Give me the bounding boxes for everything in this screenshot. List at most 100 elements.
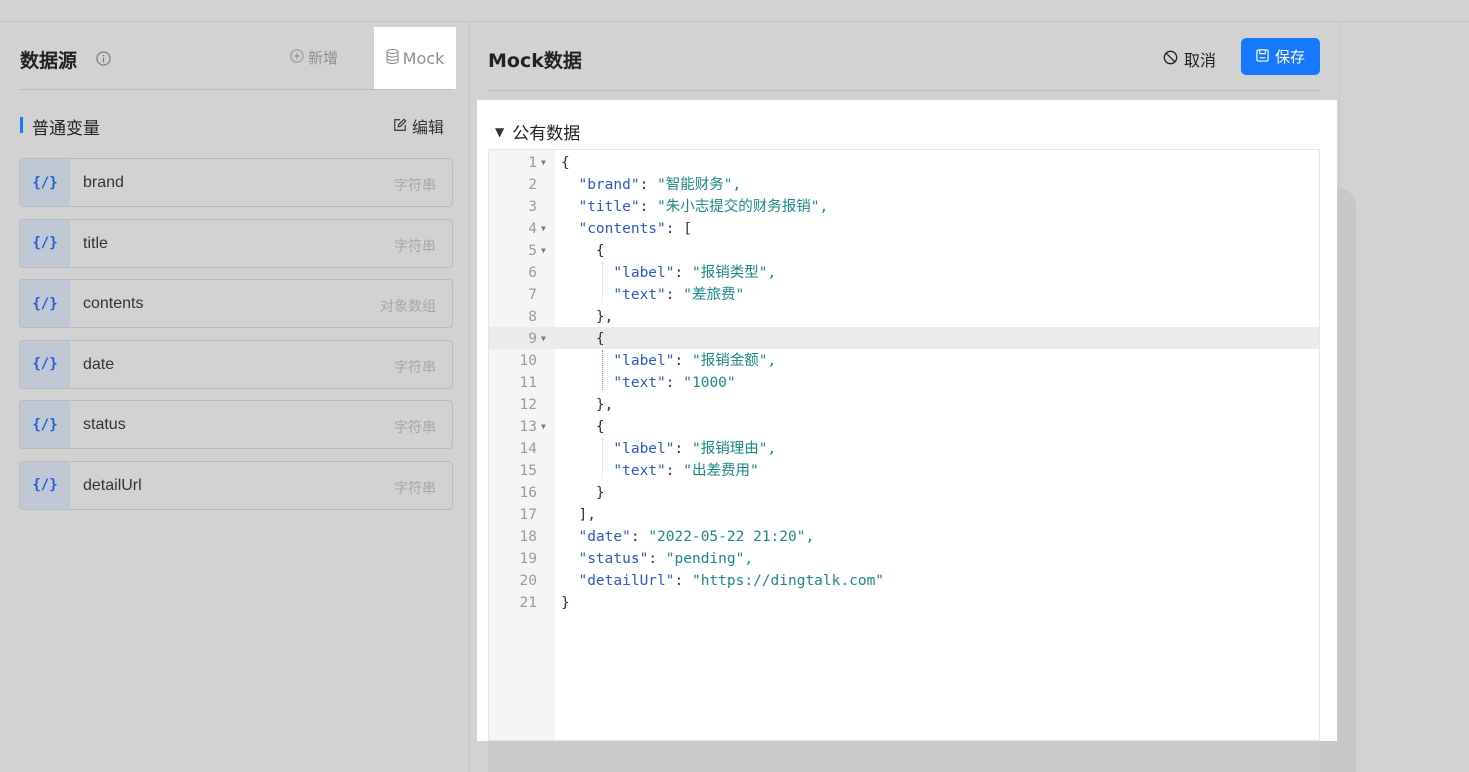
code-text: { <box>561 331 605 347</box>
json-colon: : <box>665 375 684 391</box>
fold-caret-icon[interactable]: ▼ <box>541 218 546 240</box>
code-line: 1 ▼ { <box>489 152 1319 174</box>
code-line: 16 } <box>489 482 1319 504</box>
code-text: } <box>561 595 570 611</box>
code-text: ], <box>561 507 596 523</box>
variable-type: 字符串 <box>394 480 436 497</box>
public-data-label: 公有数据 <box>512 124 581 144</box>
variable-name: brand <box>83 174 124 191</box>
header-divider <box>488 90 1320 91</box>
json-key: "text" <box>613 287 666 303</box>
json-key: "brand" <box>578 177 640 193</box>
line-number: 21 <box>519 595 537 611</box>
variable-row[interactable]: {/} date 字符串 <box>19 339 453 389</box>
variable-row[interactable]: {/} contents 对象数组 <box>19 279 453 328</box>
line-number: 15 <box>519 463 537 479</box>
edit-button[interactable]: 编辑 <box>393 114 444 138</box>
json-value: "2022-05-22 21:20", <box>648 529 815 545</box>
mock-button-label: Mock <box>402 48 445 68</box>
json-editor[interactable]: 1 ▼{2 "brand": "智能财务", 3 "title": "朱小志提交的财… <box>488 149 1320 741</box>
line-number: 4 <box>528 221 537 237</box>
variable-type: 字符串 <box>394 359 436 376</box>
variable-row[interactable]: {/} title 字符串 <box>19 218 453 268</box>
variable-row[interactable]: {/} brand 字符串 <box>19 158 453 207</box>
line-number: 12 <box>519 397 537 413</box>
json-key: "contents" <box>578 221 666 237</box>
line-number: 6 <box>528 265 537 281</box>
json-colon: : <box>674 573 692 589</box>
json-value: "pending", <box>665 551 754 567</box>
json-colon: : <box>648 551 666 567</box>
cancel-button-label: 取消 <box>1184 51 1217 70</box>
code-line: 18 "date": "2022-05-22 21:20", <box>489 526 1319 548</box>
line-number: 19 <box>519 551 537 567</box>
data-source-panel: 数据源 新增 Mock 普通变量 编辑 {/} brand 字符串 {/} ti… <box>0 22 470 772</box>
json-value: "https://dingtalk.com" <box>691 573 885 589</box>
variable-name: detailUrl <box>83 476 142 494</box>
code-line: 8 }, <box>489 306 1319 328</box>
plus-circle-icon <box>290 48 304 67</box>
line-number: 20 <box>519 573 537 589</box>
variable-name: date <box>83 355 115 373</box>
variable-type: 字符串 <box>394 420 436 436</box>
code-line: 10 "label": "报销金额", <box>489 350 1319 372</box>
public-data-toggle[interactable]: ▼ 公有数据 <box>495 119 580 144</box>
data-source-title: 数据源 <box>20 50 78 72</box>
line-number: 1 <box>528 155 537 171</box>
mock-data-title: Mock数据 <box>488 50 582 72</box>
line-number: 3 <box>528 199 537 215</box>
ban-icon <box>1163 50 1178 69</box>
variable-code-icon: {/} <box>20 219 70 267</box>
line-number: 5 <box>528 243 537 259</box>
variable-row[interactable]: {/} status 字符串 <box>19 400 453 449</box>
json-value: "出差费用" <box>683 463 759 479</box>
line-number: 7 <box>528 287 537 303</box>
fold-caret-icon[interactable]: ▼ <box>541 328 546 350</box>
code-line: 20 "detailUrl": "https://dingtalk.com" <box>489 570 1319 592</box>
fold-caret-icon[interactable]: ▼ <box>541 416 546 438</box>
variable-code-icon: {/} <box>20 401 70 448</box>
code-line: 3 "title": "朱小志提交的财务报销", <box>489 196 1319 218</box>
top-bar <box>0 0 1469 22</box>
code-line: 11 "text": "1000" <box>489 372 1319 394</box>
add-button-label: 新增 <box>308 49 339 67</box>
save-button[interactable]: 保存 <box>1241 38 1320 75</box>
variable-row[interactable]: {/} detailUrl 字符串 <box>19 460 453 510</box>
line-number: 8 <box>528 309 537 325</box>
code-text: }, <box>561 397 614 413</box>
variable-type: 字符串 <box>394 238 436 255</box>
fold-caret-icon[interactable]: ▼ <box>541 152 546 174</box>
variable-code-icon: {/} <box>20 159 70 206</box>
json-colon: : <box>674 353 692 369</box>
json-value: "差旅费" <box>683 287 745 303</box>
info-icon[interactable] <box>96 51 111 66</box>
variable-name: status <box>83 416 126 433</box>
json-value: "朱小志提交的财务报销", <box>657 199 829 215</box>
variable-type: 对象数组 <box>380 299 436 315</box>
variable-code-icon: {/} <box>20 280 70 327</box>
code-line: 15 "text": "出差费用" <box>489 460 1319 482</box>
json-value: "报销金额", <box>691 353 777 369</box>
json-key: "text" <box>613 463 666 479</box>
section-accent-bar <box>20 117 23 133</box>
fold-caret-icon[interactable]: ▼ <box>541 240 546 262</box>
code-line: 17 ], <box>489 504 1319 526</box>
data-source-header: 数据源 新增 Mock <box>20 22 456 90</box>
code-line: 13 ▼ { <box>489 416 1319 438</box>
mock-button[interactable]: Mock <box>374 27 456 89</box>
code-text: { <box>561 155 570 171</box>
json-value: "报销理由", <box>691 441 777 457</box>
variable-name: contents <box>83 295 144 312</box>
json-key: "label" <box>613 441 675 457</box>
cancel-button[interactable]: 取消 <box>1163 47 1216 71</box>
code-line: 14 "label": "报销理由", <box>489 438 1319 460</box>
section-header: 普通变量 编辑 <box>20 114 452 139</box>
caret-down-icon: ▼ <box>495 124 505 139</box>
add-button[interactable]: 新增 <box>290 47 338 68</box>
json-colon: : <box>665 287 684 303</box>
